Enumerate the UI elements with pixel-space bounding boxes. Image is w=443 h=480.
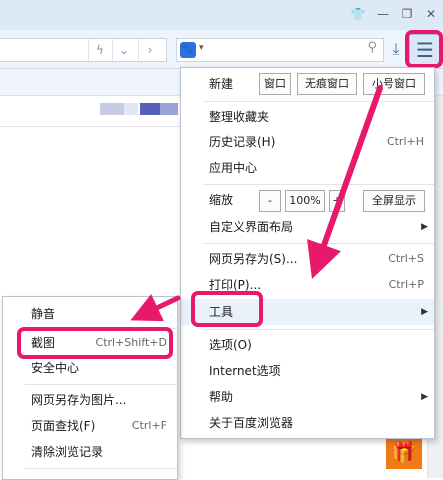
annotation-arrows (130, 85, 383, 322)
arrow-to-tools (307, 85, 383, 279)
arrow-to-screenshot (130, 294, 181, 322)
